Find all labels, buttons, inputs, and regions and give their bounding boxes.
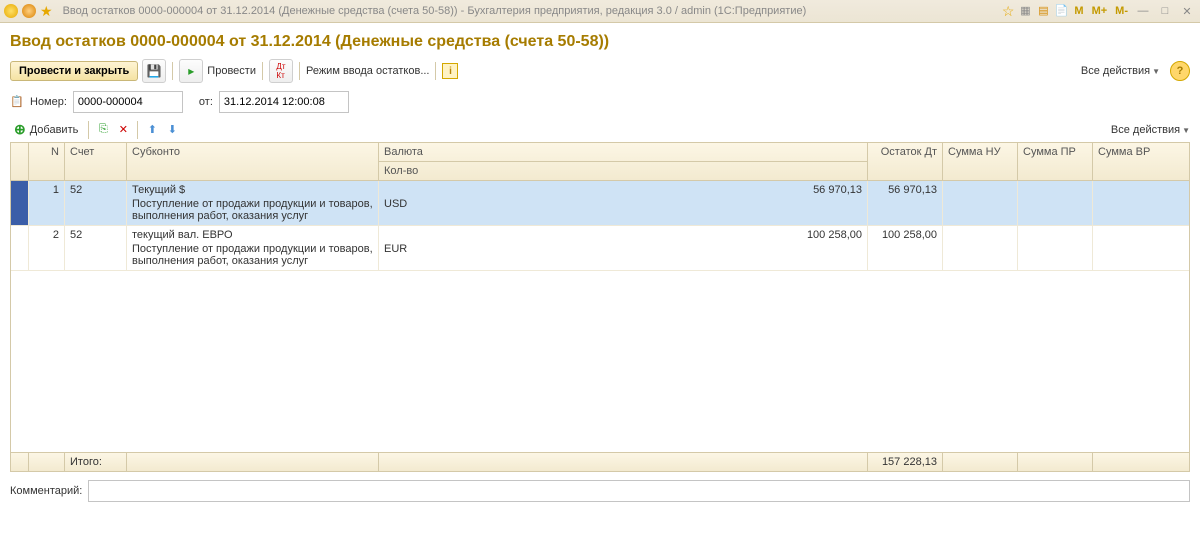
data-table: N Счет Субконто Валюта Кол-во Остаток Дт… (10, 142, 1190, 472)
separator (137, 121, 138, 139)
add-button[interactable]: ⊕Добавить (10, 119, 82, 140)
col-handle (11, 143, 29, 180)
table-body: 152Текущий $Поступление от продажи проду… (11, 181, 1189, 452)
cell-nu[interactable] (943, 226, 1018, 270)
sub-all-actions-button[interactable]: Все действия▼ (1111, 124, 1190, 136)
minimize-button[interactable]: — (1134, 4, 1152, 18)
page-title: Ввод остатков 0000-000004 от 31.12.2014 … (10, 33, 1190, 51)
separator (262, 62, 263, 80)
save-button[interactable]: 💾 (142, 59, 166, 83)
m-button[interactable]: M (1072, 5, 1085, 17)
copy-button[interactable]: ⎘ (95, 122, 111, 138)
help-button[interactable]: ? (1170, 61, 1190, 81)
table-row[interactable]: 152Текущий $Поступление от продажи проду… (11, 181, 1189, 226)
favorite-icon[interactable]: ★ (40, 3, 53, 20)
form-row: 📋 Номер: от: (10, 91, 1190, 113)
date-input[interactable] (219, 91, 349, 113)
calendar-icon[interactable]: 📋 (10, 95, 24, 109)
tool-icon-1[interactable]: ▦ (1018, 4, 1032, 18)
cell-pr[interactable] (1018, 181, 1093, 225)
col-subkonto[interactable]: Субконто (127, 143, 379, 180)
post-button[interactable]: Провести (207, 65, 256, 77)
plus-icon: ⊕ (14, 121, 26, 138)
close-button[interactable]: ✕ (1178, 4, 1196, 18)
titlebar: ★ Ввод остатков 0000-000004 от 31.12.201… (0, 0, 1200, 23)
mminus-button[interactable]: M- (1113, 5, 1130, 17)
col-currency[interactable]: Валюта (379, 143, 868, 162)
from-label: от: (199, 96, 213, 108)
comment-row: Комментарий: (10, 480, 1190, 502)
post-and-close-button[interactable]: Провести и закрыть (10, 61, 138, 81)
post-icon: ▸ (188, 64, 194, 78)
cell-nu[interactable] (943, 181, 1018, 225)
star-icon[interactable]: ☆ (1002, 3, 1015, 20)
row-handle[interactable] (11, 181, 29, 225)
tool-icon-3[interactable]: 📄 (1054, 4, 1068, 18)
col-sum-vr[interactable]: Сумма ВР (1093, 143, 1168, 180)
post-icon-button[interactable]: ▸ (179, 59, 203, 83)
dtkt-icon: ДтКт (276, 62, 285, 80)
dtkt-button[interactable]: ДтКт (269, 59, 293, 83)
all-actions-button[interactable]: Все действия▼ (1081, 65, 1160, 77)
app-icon-1c (4, 4, 18, 18)
cell-account[interactable]: 52 (65, 226, 127, 270)
number-label: Номер: (30, 96, 67, 108)
nav-back-icon[interactable] (22, 4, 36, 18)
cell-n: 1 (29, 181, 65, 225)
delete-button[interactable]: ✕ (115, 122, 131, 138)
comment-label: Комментарий: (10, 485, 82, 497)
separator (435, 62, 436, 80)
save-icon: 💾 (147, 64, 162, 78)
main-toolbar: Провести и закрыть 💾 ▸ Провести ДтКт Реж… (10, 59, 1190, 83)
separator (172, 62, 173, 80)
number-input[interactable] (73, 91, 183, 113)
col-sum-nu[interactable]: Сумма НУ (943, 143, 1018, 180)
cell-n: 2 (29, 226, 65, 270)
col-n[interactable]: N (29, 143, 65, 180)
sub-toolbar: ⊕Добавить ⎘ ✕ ⬆ ⬇ Все действия▼ (10, 119, 1190, 140)
cell-subkonto[interactable]: текущий вал. ЕВРОПоступление от продажи … (127, 226, 379, 270)
col-account[interactable]: Счет (65, 143, 127, 180)
comment-input[interactable] (88, 480, 1190, 502)
table-row[interactable]: 252текущий вал. ЕВРОПоступление от прода… (11, 226, 1189, 271)
cell-balance-dt[interactable]: 56 970,13 (868, 181, 943, 225)
move-down-button[interactable]: ⬇ (164, 122, 180, 138)
mode-button[interactable]: Режим ввода остатков... (306, 65, 430, 77)
col-qty[interactable]: Кол-во (379, 162, 868, 180)
separator (88, 121, 89, 139)
mplus-button[interactable]: M+ (1090, 5, 1110, 17)
cell-currency[interactable]: 100 258,00EUR (379, 226, 868, 270)
tool-icon-2[interactable]: ▤ (1036, 4, 1050, 18)
footer-total-label: Итого: (65, 453, 127, 471)
table-footer: Итого: 157 228,13 (11, 452, 1189, 471)
row-handle[interactable] (11, 226, 29, 270)
move-up-button[interactable]: ⬆ (144, 122, 160, 138)
cell-pr[interactable] (1018, 226, 1093, 270)
info-icon[interactable]: i (442, 63, 458, 79)
table-header: N Счет Субконто Валюта Кол-во Остаток Дт… (11, 143, 1189, 181)
maximize-button[interactable]: □ (1156, 4, 1174, 18)
col-balance-dt[interactable]: Остаток Дт (868, 143, 943, 180)
separator (299, 62, 300, 80)
cell-balance-dt[interactable]: 100 258,00 (868, 226, 943, 270)
col-sum-pr[interactable]: Сумма ПР (1018, 143, 1093, 180)
window-title: Ввод остатков 0000-000004 от 31.12.2014 … (63, 5, 998, 17)
cell-account[interactable]: 52 (65, 181, 127, 225)
cell-subkonto[interactable]: Текущий $Поступление от продажи продукци… (127, 181, 379, 225)
cell-currency[interactable]: 56 970,13USD (379, 181, 868, 225)
footer-total-value: 157 228,13 (868, 453, 943, 471)
cell-vr[interactable] (1093, 181, 1168, 225)
cell-vr[interactable] (1093, 226, 1168, 270)
